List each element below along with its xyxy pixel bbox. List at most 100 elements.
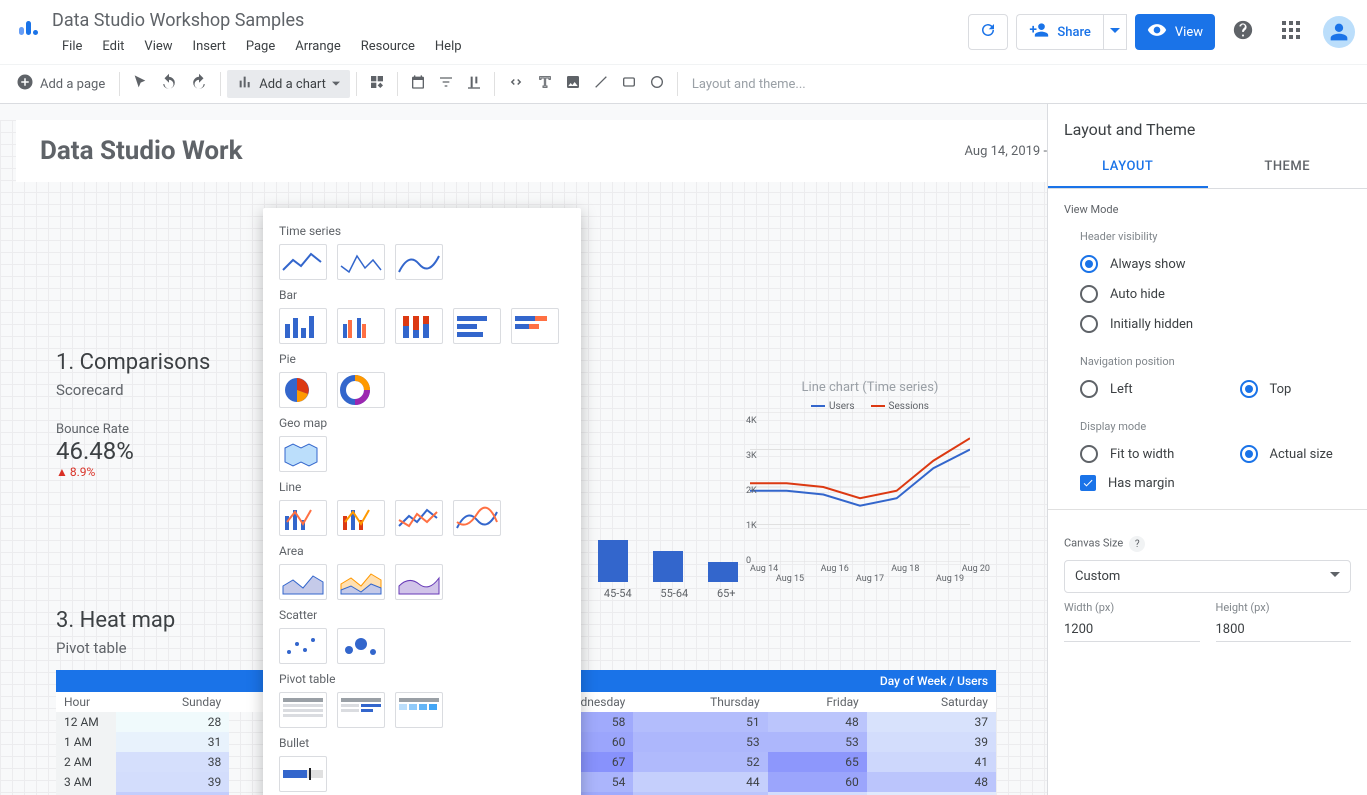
help-icon[interactable]: ? <box>1129 536 1145 552</box>
arrow-up-icon: ▲ <box>56 465 68 479</box>
line-icon <box>593 74 609 94</box>
chart-thumb[interactable] <box>279 564 327 600</box>
data-control-icon <box>466 74 482 94</box>
chart-group-label: Scatter <box>279 608 565 622</box>
filter-control[interactable] <box>432 70 460 98</box>
radio-auto-hide[interactable]: Auto hide <box>1048 279 1367 309</box>
chart-thumb[interactable] <box>279 436 327 472</box>
chart-group-label: Bar <box>279 288 565 302</box>
redo-icon <box>190 73 208 95</box>
help-button[interactable] <box>1223 12 1263 52</box>
add-chart-button[interactable]: Add a chart <box>227 70 350 98</box>
add-chart-dropdown[interactable]: Time seriesBarPieGeo mapLineAreaScatterP… <box>263 208 581 795</box>
chart-thumb[interactable] <box>395 244 443 280</box>
redo-button[interactable] <box>184 70 214 98</box>
chart-thumb[interactable] <box>395 564 443 600</box>
canvas-size-label: Canvas Size? <box>1048 522 1367 560</box>
chart-thumb[interactable] <box>511 308 559 344</box>
chart-thumb[interactable] <box>337 372 385 408</box>
chart-thumb[interactable] <box>279 244 327 280</box>
circle-button[interactable] <box>643 70 671 98</box>
menubar: File Edit View Insert Page Arrange Resou… <box>52 33 968 58</box>
chart-thumb[interactable] <box>337 628 385 664</box>
line-shape-button[interactable] <box>587 70 615 98</box>
chart-thumb[interactable] <box>395 692 443 728</box>
scorecard-label: Bounce Rate <box>56 422 134 437</box>
chart-thumb[interactable] <box>279 756 327 792</box>
undo-button[interactable] <box>154 70 184 98</box>
layout-theme-input[interactable]: Layout and theme... <box>684 77 1359 92</box>
community-viz-button[interactable] <box>363 70 391 98</box>
check-has-margin[interactable]: Has margin <box>1048 469 1367 497</box>
chart-thumb[interactable] <box>453 500 501 536</box>
doc-title[interactable]: Data Studio Workshop Samples <box>52 6 968 33</box>
menu-insert[interactable]: Insert <box>183 35 236 58</box>
share-button[interactable]: Share <box>1016 14 1103 50</box>
header-vis-label: Header visibility <box>1048 224 1367 249</box>
chart-group-label: Area <box>279 544 565 558</box>
right-panel: Layout and Theme LAYOUT THEME View Mode … <box>1047 104 1367 795</box>
menu-file[interactable]: File <box>52 35 92 58</box>
chart-thumb[interactable] <box>453 308 501 344</box>
width-input[interactable]: 1200 <box>1064 618 1200 642</box>
radio-always-show[interactable]: Always show <box>1048 249 1367 279</box>
filter-icon <box>438 74 454 94</box>
chart-thumb[interactable] <box>337 500 385 536</box>
rectangle-button[interactable] <box>615 70 643 98</box>
image-button[interactable] <box>559 70 587 98</box>
chart-thumb[interactable] <box>279 500 327 536</box>
apps-button[interactable] <box>1271 12 1311 52</box>
line-chart-time-series[interactable]: Line chart (Time series) Users Sessions … <box>750 380 990 610</box>
add-page-button[interactable]: Add a page <box>8 73 113 95</box>
text-button[interactable] <box>531 70 559 98</box>
date-range-picker[interactable]: Aug 14, 2019 - Aug 20, 2019 <box>965 144 1047 159</box>
line-chart-plot <box>750 412 970 562</box>
menu-view[interactable]: View <box>134 35 182 58</box>
height-input[interactable]: 1800 <box>1216 618 1352 642</box>
height-label: Height (px) <box>1216 601 1352 614</box>
menu-arrange[interactable]: Arrange <box>285 35 350 58</box>
radio-nav-top[interactable]: Top <box>1208 374 1367 404</box>
section-comparisons-title: 1. Comparisons <box>56 350 210 375</box>
view-button[interactable]: View <box>1135 14 1215 50</box>
chart-thumb[interactable] <box>279 628 327 664</box>
refresh-button[interactable] <box>968 14 1008 50</box>
menu-page[interactable]: Page <box>236 35 285 58</box>
chart-thumb[interactable] <box>337 308 385 344</box>
chart-thumb[interactable] <box>395 500 443 536</box>
nav-pos-label: Navigation position <box>1048 349 1367 374</box>
radio-fit-width[interactable]: Fit to width <box>1048 439 1208 469</box>
chart-thumb[interactable] <box>279 692 327 728</box>
tab-theme[interactable]: THEME <box>1208 147 1367 188</box>
chart-thumb[interactable] <box>337 564 385 600</box>
tab-layout[interactable]: LAYOUT <box>1048 147 1208 188</box>
date-range-control[interactable] <box>404 70 432 98</box>
app-logo[interactable] <box>8 6 48 46</box>
share-dropdown[interactable] <box>1103 14 1127 50</box>
help-icon <box>1232 19 1254 45</box>
eye-icon <box>1147 20 1167 44</box>
radio-nav-left[interactable]: Left <box>1048 374 1208 404</box>
circle-icon <box>649 74 665 94</box>
menu-help[interactable]: Help <box>425 35 472 58</box>
menu-edit[interactable]: Edit <box>92 35 134 58</box>
radio-initially-hidden[interactable]: Initially hidden <box>1048 309 1367 339</box>
display-mode-label: Display mode <box>1048 414 1367 439</box>
canvas-size-select[interactable]: Custom <box>1064 560 1351 593</box>
apps-icon <box>1282 21 1300 43</box>
menu-resource[interactable]: Resource <box>351 35 425 58</box>
refresh-icon <box>979 21 997 43</box>
chart-thumb[interactable] <box>395 308 443 344</box>
chart-thumb[interactable] <box>337 244 385 280</box>
caret-down-icon <box>332 77 340 92</box>
data-control[interactable] <box>460 70 488 98</box>
chart-thumb[interactable] <box>337 692 385 728</box>
url-embed-button[interactable] <box>501 70 531 98</box>
select-tool[interactable] <box>126 70 154 98</box>
chart-thumb[interactable] <box>279 372 327 408</box>
account-avatar[interactable] <box>1319 12 1359 52</box>
image-icon <box>565 74 581 94</box>
scorecard-bounce-rate[interactable]: Bounce Rate 46.48% ▲ 8.9% <box>56 422 134 479</box>
chart-thumb[interactable] <box>279 308 327 344</box>
radio-actual-size[interactable]: Actual size <box>1208 439 1367 469</box>
